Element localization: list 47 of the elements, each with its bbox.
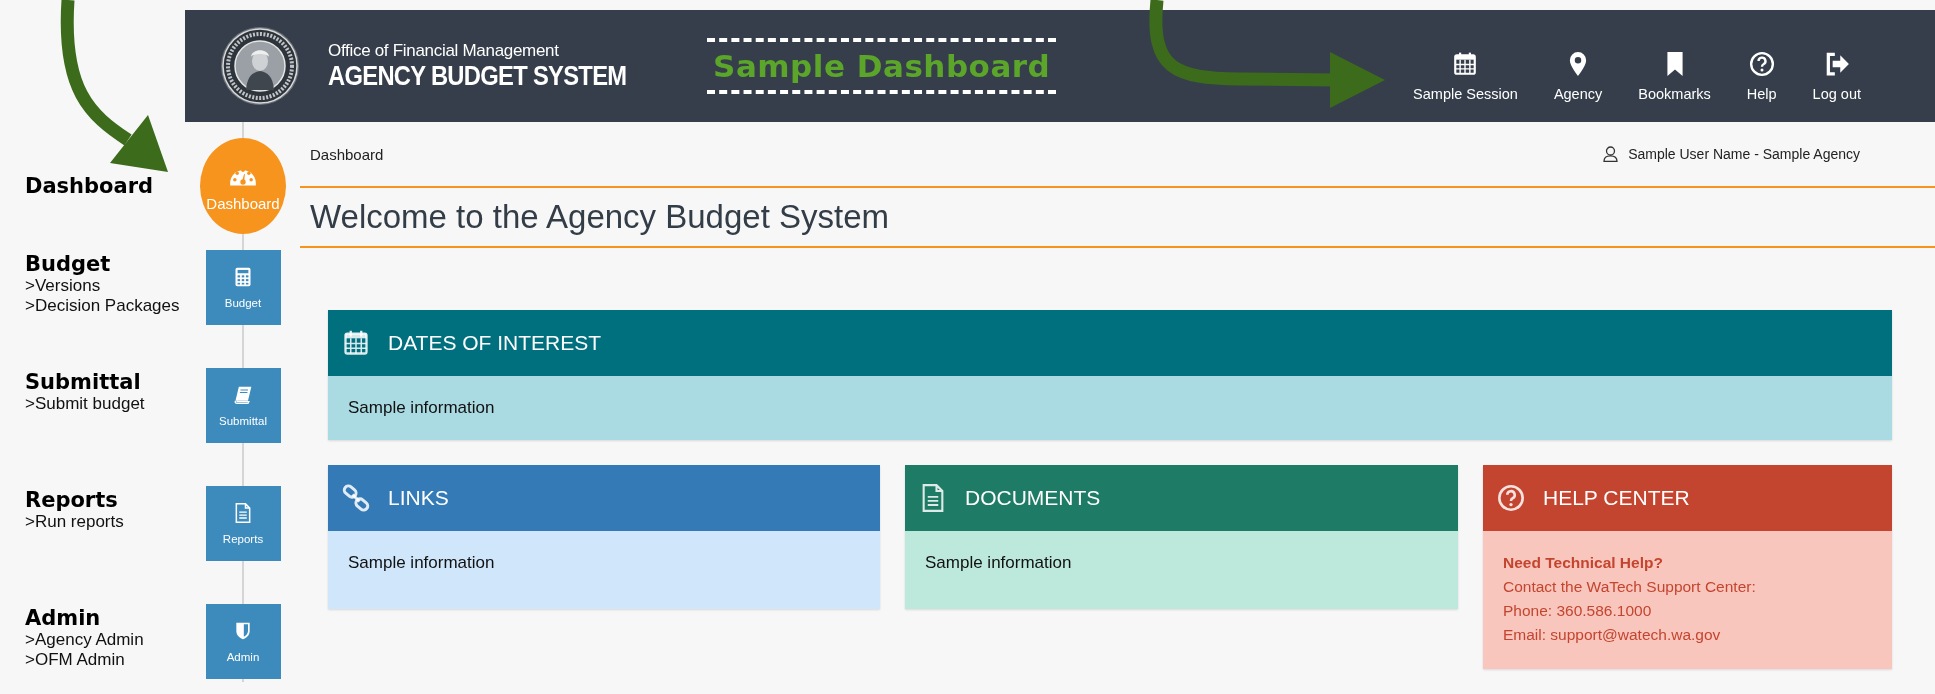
- organization-name: Office of Financial Management: [328, 40, 560, 61]
- header-nav-item[interactable]: Log out: [1798, 46, 1875, 106]
- card-text: Email: support@watech.wa.gov: [1503, 625, 1722, 645]
- page-title: Welcome to the Agency Budget System: [300, 188, 1935, 248]
- user-icon: [1603, 146, 1619, 162]
- card-text: Need Technical Help?: [1503, 553, 1664, 573]
- annotation-item: >Versions: [25, 276, 102, 296]
- document-icon: [233, 502, 253, 523]
- card-text: Contact the WaTech Support Center:: [1503, 577, 1757, 597]
- system-name: AGENCY BUDGET SYSTEM: [328, 60, 627, 92]
- sidebar-item[interactable]: Submittal: [205, 368, 281, 443]
- calculator-icon: [233, 266, 253, 287]
- card-text: Phone: 360.586.1000: [1503, 601, 1653, 621]
- shield-icon: [233, 620, 253, 641]
- annotation-title: Admin: [25, 606, 102, 630]
- breadcrumb: Dashboard: [310, 145, 384, 163]
- book-icon: [233, 384, 253, 405]
- banner-title: Sample Dashboard: [707, 38, 1057, 94]
- header-nav-item[interactable]: Bookmarks: [1624, 46, 1725, 106]
- annotation-item: >OFM Admin: [25, 650, 126, 670]
- calendar-icon: [1452, 50, 1479, 77]
- annotation-title: Submittal: [25, 370, 142, 394]
- card-title: DATES OF INTEREST: [388, 331, 602, 355]
- card-title: HELP CENTER: [1543, 486, 1690, 510]
- card-title: DOCUMENTS: [965, 486, 1101, 510]
- sidebar-item[interactable]: Reports: [205, 486, 281, 561]
- card-title: LINKS: [388, 486, 449, 510]
- annotation-item: >Decision Packages: [25, 296, 181, 316]
- sidebar-item[interactable]: Admin: [205, 604, 281, 679]
- header-nav-item[interactable]: Help: [1732, 46, 1791, 106]
- header-nav-item[interactable]: Agency: [1539, 46, 1617, 106]
- card-text: Sample information: [925, 552, 1073, 574]
- annotation-item: >Agency Admin: [25, 630, 145, 650]
- user-name: Sample User Name - Sample Agency: [1628, 146, 1860, 162]
- annotation-item: >Submit budget: [25, 394, 146, 414]
- help-icon: [1497, 484, 1525, 512]
- annotation-item: >Run reports: [25, 512, 125, 532]
- card-text: Sample information: [348, 552, 496, 574]
- annotation-title: Budget: [25, 252, 112, 276]
- annotation-title: Dashboard: [25, 174, 155, 198]
- header-nav-item[interactable]: Sample Session: [1399, 46, 1532, 106]
- help-icon: [1748, 50, 1775, 77]
- calendar-icon: [342, 329, 370, 357]
- link-icon: [342, 484, 370, 512]
- card-text: Sample information: [348, 397, 496, 419]
- sidebar-item[interactable]: Budget: [205, 250, 281, 325]
- annotation-title: Reports: [25, 488, 119, 512]
